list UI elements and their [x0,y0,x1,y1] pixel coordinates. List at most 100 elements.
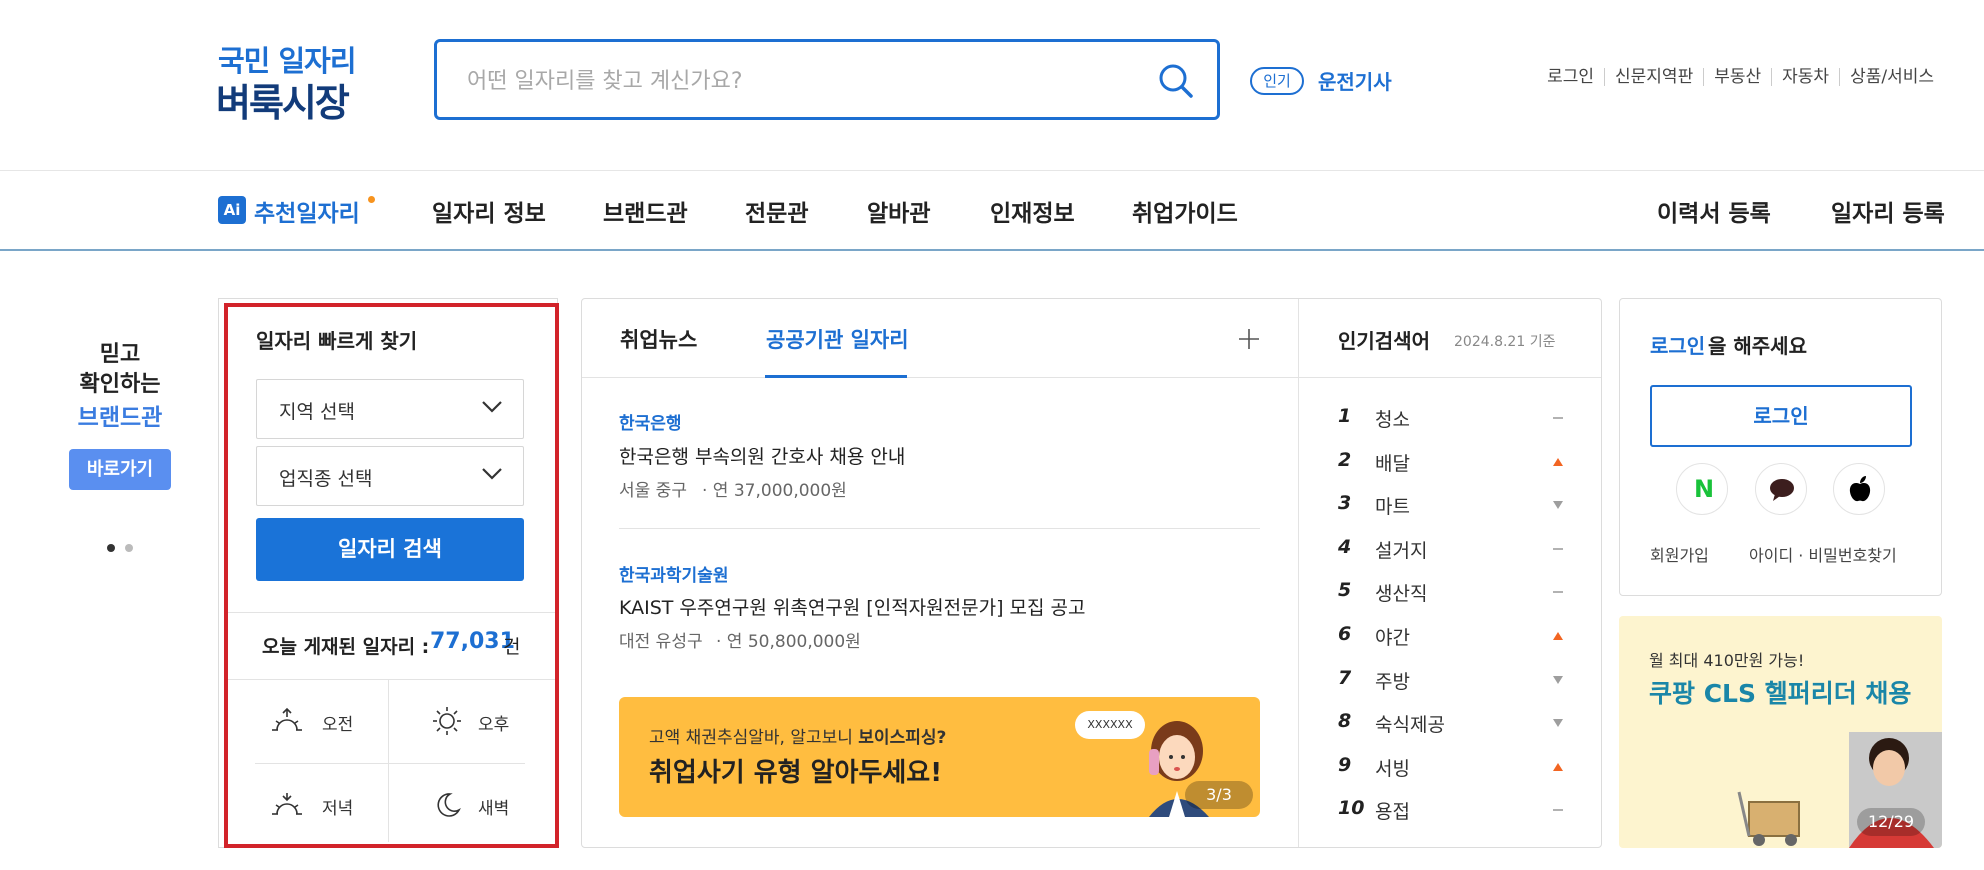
brand-promo-line2: 확인하는 [79,372,161,397]
region-select[interactable]: 지역 선택 [256,379,524,439]
divider [388,680,389,842]
keyword-text: 서빙 [1375,757,1410,780]
time-dawn-button[interactable]: 새벽 [430,788,540,822]
chevron-down-icon [482,468,502,480]
logo-line2[interactable]: 벼룩시장 [216,72,350,127]
fraud-warning-banner[interactable]: 고액 채권추심알바, 알고보니 보이스피싱? 취업사기 유형 알아두세요! XX… [619,697,1260,817]
job-salary: · 연 50,800,000원 [716,632,861,652]
naver-login-button[interactable]: N [1676,463,1728,515]
time-afternoon-button[interactable]: 오후 [430,704,540,738]
ai-icon: Ai [218,196,246,224]
job-type-select-label: 업직종 선택 [279,468,373,490]
nav-item-brand[interactable]: 브랜드관 [603,194,688,228]
search-box[interactable] [434,39,1220,120]
brand-promo-line1: 믿고 [99,342,141,367]
ad-title: 쿠팡 CLS 헬퍼리더 채용 [1649,679,1912,708]
signup-link[interactable]: 회원가입 [1650,542,1709,566]
job-org: 한국은행 [619,414,682,434]
time-dawn-label: 새벽 [478,799,510,819]
keyword-text: 청소 [1375,409,1410,431]
time-evening-label: 저녁 [322,799,354,819]
nav-item-guide[interactable]: 취업가이드 [1132,194,1238,228]
time-evening-button[interactable]: 저녁 [270,788,380,822]
popular-badge: 인기 [1250,67,1304,95]
keyword-text: 주방 [1375,670,1410,693]
trend-down-icon [1553,719,1563,728]
keyword-row[interactable]: 4 설거지 [1338,534,1564,564]
nav-item-parttime[interactable]: 알바관 [867,194,930,228]
nav-item-recommended[interactable]: 추천일자리 [254,194,360,228]
keyword-row[interactable]: 6 야간 [1338,621,1564,651]
login-prompt-text: 을 해주세요 [1708,334,1807,358]
keyword-row[interactable]: 7 주방 [1338,665,1564,695]
tab-public-jobs[interactable]: 공공기관 일자리 [766,324,909,354]
list-item[interactable]: 한국과학기술원 KAIST 우주연구원 위촉연구원 [인적자원전문가] 모집 공… [619,558,1260,658]
util-login-link[interactable]: 로그인 [1537,68,1604,86]
search-icon[interactable] [1157,62,1195,100]
util-products-link[interactable]: 상품/서비스 [1839,68,1944,86]
nav-bottom-border [0,249,1984,251]
trend-same-icon [1553,809,1563,812]
nav-item-talent[interactable]: 인재정보 [990,194,1075,228]
coupang-ad-banner[interactable]: 월 최대 410만원 가능! 쿠팡 CLS 헬퍼리더 채용 12/29 [1619,616,1942,848]
util-realestate-link[interactable]: 부동산 [1703,68,1771,86]
divider [228,612,555,613]
keyword-row[interactable]: 5 생산직 [1338,577,1564,607]
keyword-text: 배달 [1375,452,1410,475]
login-button[interactable]: 로그인 [1650,385,1912,447]
keyword-rank: 3 [1338,492,1352,515]
login-prompt-emphasis[interactable]: 로그인 [1650,330,1705,359]
sunset-icon [272,793,302,815]
register-job-link[interactable]: 일자리 등록 [1831,194,1945,228]
brand-go-button[interactable]: 바로가기 [69,449,171,490]
keyword-row[interactable]: 8 숙식제공 [1338,708,1564,738]
trend-up-icon [1553,457,1563,466]
trend-down-icon [1553,675,1563,684]
keyword-row[interactable]: 9 서빙 [1338,752,1564,782]
keyword-rank: 5 [1338,579,1352,602]
region-select-label: 지역 선택 [279,401,355,423]
kakao-login-button[interactable] [1755,463,1807,515]
popular-keywords-title: 인기검색어 [1338,329,1430,353]
naver-icon: N [1694,475,1715,503]
trend-same-icon [1553,591,1563,594]
job-type-select[interactable]: 업직종 선택 [256,446,524,506]
find-id-password-link[interactable]: 아이디 · 비밀번호찾기 [1749,542,1897,566]
carousel-dot-active[interactable] [107,544,115,552]
nav-item-job-info[interactable]: 일자리 정보 [432,194,546,228]
keyword-row[interactable]: 2 배달 [1338,447,1564,477]
keyword-rank: 2 [1338,448,1352,471]
apple-icon [1849,476,1871,502]
carousel-dot[interactable] [125,544,133,552]
keyword-rank: 4 [1338,535,1352,558]
nav-item-specialty[interactable]: 전문관 [745,194,808,228]
trend-up-icon [1553,632,1563,640]
time-morning-button[interactable]: 오전 [270,704,380,738]
util-newspaper-link[interactable]: 신문지역판 [1604,68,1703,86]
list-item[interactable]: 한국은행 한국은행 부속의원 간호사 채용 안내 서울 중구 · 연 37,00… [619,406,1260,506]
job-search-button[interactable]: 일자리 검색 [256,518,524,581]
keyword-text: 용접 [1375,801,1410,824]
time-afternoon-label: 오후 [478,715,510,735]
divider [255,763,525,764]
keyword-row[interactable]: 10 용접 [1338,795,1564,825]
divider [228,679,555,680]
ad-subtitle: 월 최대 410만원 가능! [1649,651,1805,670]
quick-search-title: 일자리 빠르게 찾기 [256,329,418,353]
trend-same-icon [1553,417,1563,419]
tab-employment-news[interactable]: 취업뉴스 [620,324,697,354]
register-resume-link[interactable]: 이력서 등록 [1657,194,1771,228]
divider [1298,299,1299,847]
today-posted-label: 오늘 게재된 일자리 : [262,636,430,658]
util-car-link[interactable]: 자동차 [1771,68,1839,86]
time-morning-label: 오전 [322,715,354,735]
keyword-row[interactable]: 1 청소 [1338,403,1564,433]
keyword-row[interactable]: 3 마트 [1338,490,1564,520]
search-input[interactable] [467,64,1127,98]
plus-icon[interactable] [1238,328,1260,350]
trend-down-icon [1553,501,1563,510]
sunrise-icon [272,707,302,731]
apple-login-button[interactable] [1833,463,1885,515]
popular-keyword-link[interactable]: 운전기사 [1318,66,1392,95]
brand-promo-line3: 브랜드관 [77,405,163,431]
